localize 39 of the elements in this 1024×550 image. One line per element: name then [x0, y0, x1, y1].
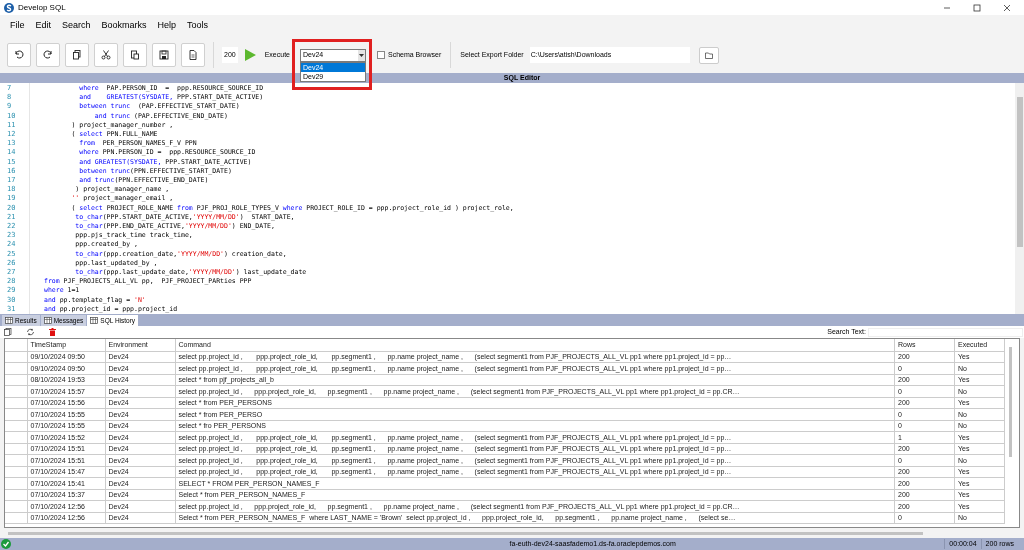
code-editor[interactable] — [0, 83, 1024, 314]
search-field[interactable] — [868, 327, 1023, 337]
copy-icon — [71, 49, 83, 61]
copy-button[interactable] — [65, 43, 89, 67]
scrollbar[interactable] — [1015, 83, 1024, 314]
check-icon — [1, 539, 11, 549]
save-button[interactable] — [152, 43, 176, 67]
maximize-icon[interactable] — [972, 2, 982, 13]
cut-icon — [100, 49, 112, 61]
folder-icon — [704, 51, 713, 59]
schema-browser-checkbox[interactable] — [377, 51, 385, 59]
menu-item[interactable]: Help — [157, 19, 177, 33]
menu-item[interactable]: Edit — [35, 19, 52, 33]
refresh-icon[interactable] — [26, 328, 35, 336]
table-icon — [90, 317, 99, 324]
scrollbar[interactable] — [8, 531, 923, 535]
paste-icon — [129, 49, 141, 61]
table-icon — [43, 317, 52, 324]
caret-icon — [359, 53, 364, 57]
menu-item[interactable]: File — [10, 19, 25, 33]
file-icon — [187, 49, 199, 61]
file-button[interactable] — [181, 43, 205, 67]
redo-button[interactable] — [36, 43, 60, 67]
menu-item[interactable]: Bookmarks — [101, 19, 147, 33]
execute-icon[interactable] — [243, 49, 256, 61]
cut-button[interactable] — [94, 43, 118, 67]
redo-icon — [42, 49, 54, 61]
window-title: Develop SQL — [18, 1, 66, 14]
undo-button[interactable] — [7, 43, 31, 67]
menu-item[interactable]: Search — [62, 19, 91, 33]
close-icon[interactable] — [1002, 2, 1012, 13]
save-icon — [158, 49, 170, 61]
paste-button[interactable] — [123, 43, 147, 67]
browse-folder-button[interactable] — [698, 46, 719, 64]
menu-item[interactable]: Tools — [187, 19, 209, 33]
table-icon — [5, 317, 13, 324]
delete-icon[interactable] — [49, 328, 56, 336]
copy-icon[interactable] — [4, 328, 12, 336]
undo-icon — [13, 49, 25, 61]
